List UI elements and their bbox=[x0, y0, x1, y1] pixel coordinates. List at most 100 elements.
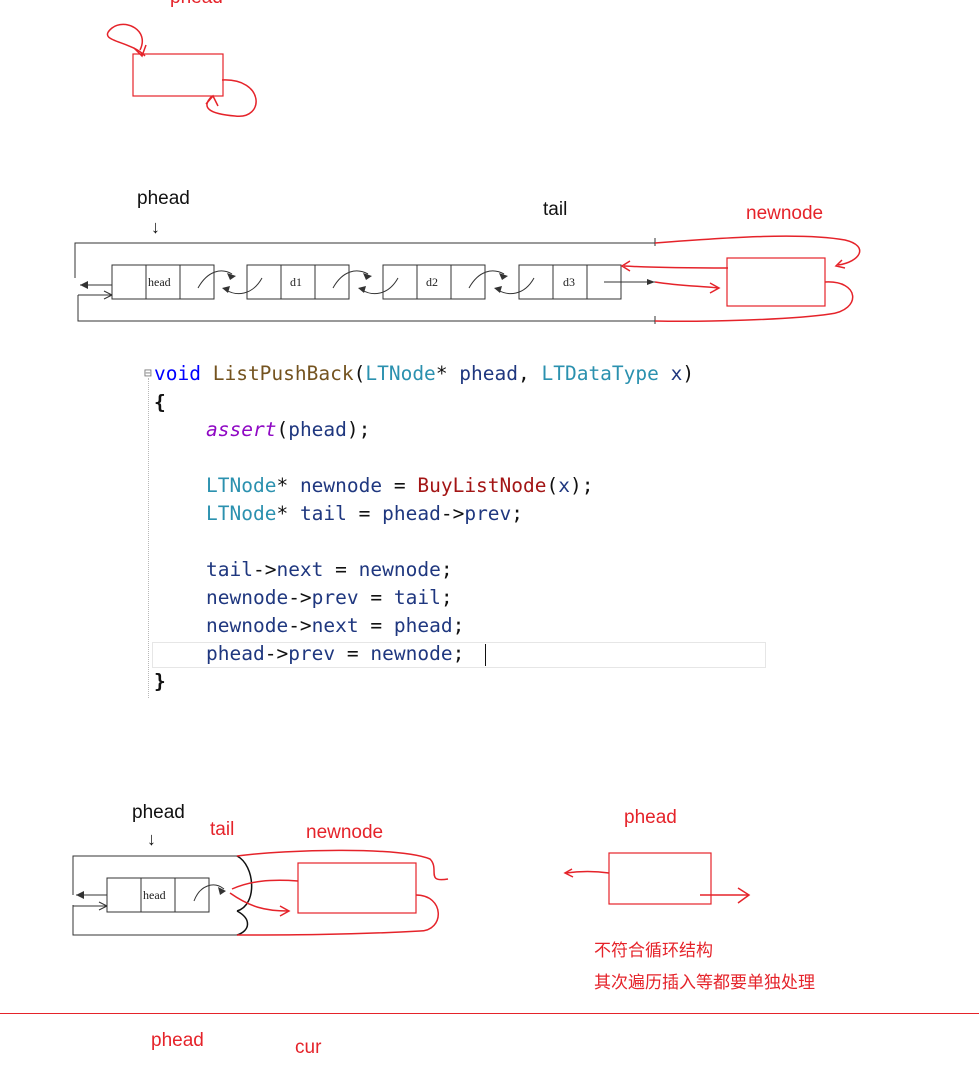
field: prev bbox=[311, 586, 359, 609]
punct: * bbox=[435, 362, 460, 385]
fn-name: ListPushBack bbox=[212, 362, 354, 385]
code-line-6: LTNode* tail = phead->prev; bbox=[206, 504, 523, 524]
bottom-right-prev-stub bbox=[565, 870, 610, 874]
punct: ) bbox=[682, 362, 695, 385]
punct: -> bbox=[440, 502, 465, 525]
punct bbox=[659, 362, 671, 385]
punct: ); bbox=[346, 418, 371, 441]
var: newnode bbox=[299, 474, 383, 497]
red-tail-next bbox=[654, 281, 719, 289]
punct: = bbox=[346, 502, 383, 525]
bottom-head-next-arrowhead bbox=[218, 887, 226, 895]
var: newnode bbox=[370, 642, 453, 665]
bottom-newnode-box bbox=[297, 862, 417, 914]
red-newnode-prev bbox=[623, 265, 729, 269]
bottom-red-prev bbox=[231, 879, 299, 890]
punct: -> bbox=[288, 586, 312, 609]
macro: assert bbox=[206, 418, 277, 441]
bottom-red-wire-bottom bbox=[236, 894, 439, 936]
code-indent-guide bbox=[148, 378, 149, 698]
node-label-d1: d1 bbox=[290, 275, 302, 289]
top-prev-self-loop bbox=[106, 23, 146, 57]
bottom-node-label-head: head bbox=[143, 888, 166, 902]
punct: ( bbox=[546, 474, 559, 497]
top-empty-list-diagram bbox=[106, 23, 257, 117]
bottom-head-prev-arrowhead bbox=[76, 891, 84, 899]
footer-cur-label: cur bbox=[295, 1037, 322, 1058]
punct: ; bbox=[440, 586, 453, 609]
type: LTDataType bbox=[541, 362, 659, 385]
note-line-1: 不符合循环结构 bbox=[594, 941, 713, 961]
kw-void: void bbox=[154, 362, 201, 385]
node-label-d2: d2 bbox=[426, 275, 438, 289]
code-line-12: } bbox=[154, 670, 166, 693]
field: prev bbox=[464, 502, 512, 525]
var: newnode bbox=[206, 614, 289, 637]
footer-phead-label: phead bbox=[151, 1030, 204, 1051]
text-caret bbox=[485, 644, 486, 666]
list-node-d1: d1 bbox=[246, 264, 350, 300]
punct: ; bbox=[452, 614, 465, 637]
type: LTNode bbox=[206, 502, 277, 525]
top-node-box bbox=[132, 53, 224, 97]
list-node-d2: d2 bbox=[382, 264, 486, 300]
field: next bbox=[276, 558, 324, 581]
punct: ; bbox=[511, 502, 524, 525]
field: prev bbox=[288, 642, 336, 665]
var: phead bbox=[206, 642, 265, 665]
code-line-3: assert(phead); bbox=[206, 420, 370, 440]
bottom-newnode-label: newnode bbox=[306, 822, 384, 843]
var: tail bbox=[299, 502, 347, 525]
red-wire-top bbox=[654, 235, 861, 266]
punct: ( bbox=[276, 418, 289, 441]
section-divider bbox=[0, 1013, 979, 1014]
punct: = bbox=[358, 614, 394, 637]
code-line-2: { bbox=[154, 391, 166, 414]
punct: = bbox=[382, 474, 418, 497]
punct: * bbox=[276, 474, 300, 497]
punct: = bbox=[335, 642, 371, 665]
middle-phead-label: phead bbox=[137, 188, 190, 209]
var: phead bbox=[382, 502, 441, 525]
var: phead bbox=[393, 614, 453, 637]
middle-tail-label: tail bbox=[543, 199, 568, 220]
node-label-head: head bbox=[148, 275, 171, 289]
code-line-1: void ListPushBack(LTNode* phead, LTDataT… bbox=[154, 364, 694, 384]
bottom-right-node-box bbox=[608, 852, 712, 905]
punct: * bbox=[276, 502, 300, 525]
code-line-9: newnode->prev = tail; bbox=[206, 588, 453, 608]
code-line-10: newnode->next = phead; bbox=[206, 616, 464, 636]
param: phead bbox=[459, 362, 518, 385]
punct: ( bbox=[353, 362, 366, 385]
var: tail bbox=[206, 558, 253, 581]
middle-newnode-box bbox=[726, 257, 826, 307]
d3-next-arrowhead bbox=[647, 279, 655, 285]
punct: -> bbox=[264, 642, 289, 665]
code-line-11: phead->prev = newnode; bbox=[206, 644, 464, 664]
punct: -> bbox=[288, 614, 312, 637]
bottom-list-node-head: head bbox=[106, 877, 210, 913]
punct: ; bbox=[440, 558, 453, 581]
var: newnode bbox=[206, 586, 289, 609]
var: tail bbox=[393, 586, 441, 609]
type: LTNode bbox=[206, 474, 277, 497]
middle-list-diagram: head d1 d2 d3 bbox=[74, 235, 861, 324]
bottom-right-phead-label: phead bbox=[624, 807, 677, 828]
code-line-8: tail->next = newnode; bbox=[206, 560, 453, 580]
punct: = bbox=[323, 558, 359, 581]
bottom-tail-label: tail bbox=[210, 819, 235, 840]
list-node-head: head bbox=[111, 264, 215, 300]
top-arrowhead-2 bbox=[205, 94, 219, 107]
code-editor[interactable]: void ListPushBack(LTNode* phead, LTDataT… bbox=[154, 360, 768, 700]
param: x bbox=[670, 362, 683, 385]
bottom-single-node-diagram: head bbox=[72, 849, 751, 936]
red-wire-bottom bbox=[654, 281, 854, 322]
code-line-5: LTNode* newnode = BuyListNode(x); bbox=[206, 476, 593, 496]
middle-newnode-label: newnode bbox=[746, 203, 824, 224]
var: phead bbox=[288, 418, 347, 441]
var: newnode bbox=[358, 558, 441, 581]
punct: ; bbox=[452, 642, 465, 665]
type: LTNode bbox=[365, 362, 436, 385]
bottom-red-next bbox=[229, 892, 289, 912]
punct: -> bbox=[252, 558, 277, 581]
